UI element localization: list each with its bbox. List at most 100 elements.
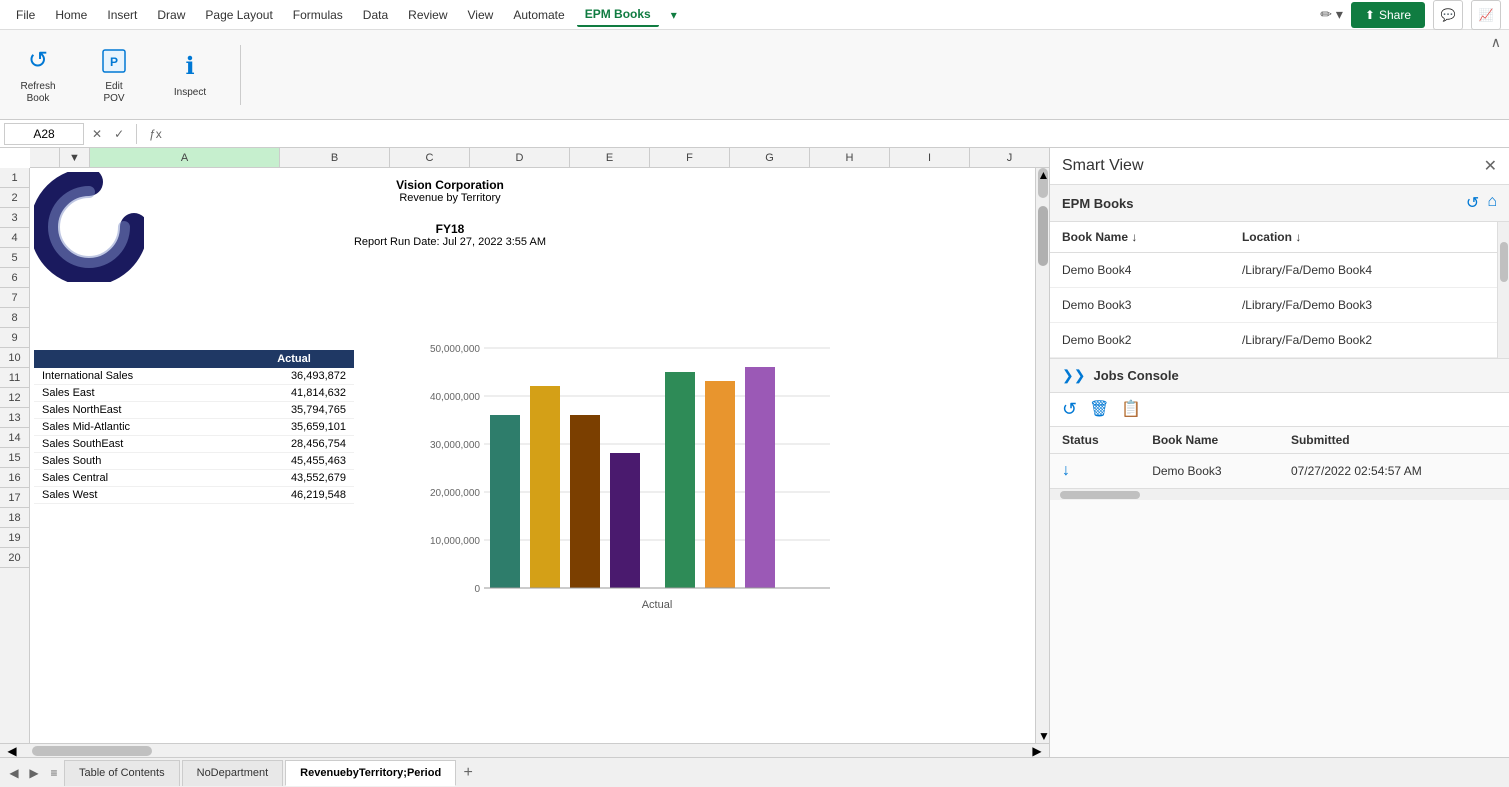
row-num-12[interactable]: 12 xyxy=(0,388,29,408)
col-header-F[interactable]: F xyxy=(650,148,730,167)
row-num-4[interactable]: 4 xyxy=(0,228,29,248)
row-num-19[interactable]: 19 xyxy=(0,528,29,548)
edit-pov-button[interactable]: P EditPOV xyxy=(84,41,144,109)
menu-insert[interactable]: Insert xyxy=(99,4,145,26)
bar-6[interactable] xyxy=(745,367,775,588)
col-header-location[interactable]: Location ↓ xyxy=(1230,222,1509,253)
col-header-I[interactable]: I xyxy=(890,148,970,167)
row-num-7[interactable]: 7 xyxy=(0,288,29,308)
menu-page-layout[interactable]: Page Layout xyxy=(197,4,280,26)
row-num-3[interactable]: 3 xyxy=(0,208,29,228)
row-label-5[interactable]: Sales South xyxy=(34,453,234,470)
row-label-7[interactable]: Sales West xyxy=(34,487,234,504)
tab-nav-prev-button[interactable]: ◀ xyxy=(4,763,24,783)
col-header-D[interactable]: D xyxy=(470,148,570,167)
jobs-col-status[interactable]: Status xyxy=(1050,427,1140,454)
row-value-5[interactable]: 45,455,463 xyxy=(234,453,354,470)
col-header-H[interactable]: H xyxy=(810,148,890,167)
inspect-button[interactable]: ℹ Inspect xyxy=(160,47,220,103)
row-num-14[interactable]: 14 xyxy=(0,428,29,448)
bar-4[interactable] xyxy=(665,372,695,588)
jobs-refresh-button[interactable]: ↺ xyxy=(1062,399,1077,420)
scrollbar-up-arrow[interactable]: ▲ xyxy=(1038,168,1048,198)
jobs-table-row[interactable]: ↓ Demo Book3 07/27/2022 02:54:57 AM xyxy=(1050,454,1509,489)
col-header-row-selector[interactable]: ▼ xyxy=(60,148,90,167)
jobs-console-expand-icon[interactable]: ❯❯ xyxy=(1062,367,1085,384)
sheet-tab-nodepartment[interactable]: NoDepartment xyxy=(182,760,284,786)
menu-formulas[interactable]: Formulas xyxy=(285,4,351,26)
bar-1[interactable] xyxy=(530,386,560,588)
jobs-horizontal-scrollbar[interactable] xyxy=(1050,488,1509,500)
col-header-E[interactable]: E xyxy=(570,148,650,167)
refresh-book-button[interactable]: ↺ RefreshBook xyxy=(8,41,68,109)
formula-bar-check-icon[interactable]: ✓ xyxy=(110,127,128,141)
row-value-6[interactable]: 43,552,679 xyxy=(234,470,354,487)
jobs-scroll-thumb[interactable] xyxy=(1060,491,1140,499)
list-item[interactable]: Demo Book4 /Library/Fa/Demo Book4 xyxy=(1050,253,1509,288)
menu-draw[interactable]: Draw xyxy=(149,4,193,26)
tab-menu-button[interactable]: ≡ xyxy=(44,763,64,783)
list-item[interactable]: Demo Book2 /Library/Fa/Demo Book2 xyxy=(1050,323,1509,358)
tab-nav-next-button[interactable]: ▶ xyxy=(24,763,44,783)
row-label-4[interactable]: Sales SouthEast xyxy=(34,436,234,453)
jobs-col-book-name[interactable]: Book Name xyxy=(1140,427,1279,454)
smart-view-close-button[interactable]: ✕ xyxy=(1484,156,1497,176)
menu-data[interactable]: Data xyxy=(355,4,396,26)
formula-input[interactable] xyxy=(170,123,1505,145)
col-header-J[interactable]: J xyxy=(970,148,1049,167)
jobs-delete-button[interactable]: 🗑 xyxy=(1089,399,1109,420)
row-num-6[interactable]: 6 xyxy=(0,268,29,288)
vertical-scrollbar[interactable]: ▲ ▼ xyxy=(1035,168,1049,743)
jobs-details-button[interactable]: 📋 xyxy=(1121,399,1141,420)
bar-2[interactable] xyxy=(570,415,600,588)
book-name-0[interactable]: Demo Book4 xyxy=(1050,253,1230,288)
job-book-0[interactable]: Demo Book3 xyxy=(1140,454,1279,489)
menu-home[interactable]: Home xyxy=(47,4,95,26)
row-value-0[interactable]: 36,493,872 xyxy=(234,368,354,385)
sv-table-scrollbar[interactable] xyxy=(1497,222,1509,358)
sv-scrollbar-thumb[interactable] xyxy=(1500,242,1508,282)
row-num-17[interactable]: 17 xyxy=(0,488,29,508)
book-name-1[interactable]: Demo Book3 xyxy=(1050,288,1230,323)
jobs-col-submitted[interactable]: Submitted xyxy=(1279,427,1509,454)
row-label-1[interactable]: Sales East xyxy=(34,385,234,402)
menu-epm-books[interactable]: EPM Books xyxy=(577,3,659,27)
scrollbar-thumb-v[interactable] xyxy=(1038,206,1048,266)
row-num-16[interactable]: 16 xyxy=(0,468,29,488)
bar-5[interactable] xyxy=(705,381,735,588)
col-header-book-name[interactable]: Book Name ↓ xyxy=(1050,222,1230,253)
epm-books-refresh-icon[interactable]: ↺ xyxy=(1466,193,1479,213)
bar-3[interactable] xyxy=(610,453,640,588)
list-item[interactable]: Demo Book3 /Library/Fa/Demo Book3 xyxy=(1050,288,1509,323)
toolbar-collapse-button[interactable]: ∧ xyxy=(1491,34,1501,51)
row-label-2[interactable]: Sales NorthEast xyxy=(34,402,234,419)
menu-more-icon[interactable]: ▾ xyxy=(663,4,685,26)
sheet-tab-revenue[interactable]: RevenuebyTerritory;Period xyxy=(285,760,456,786)
row-num-2[interactable]: 2 xyxy=(0,188,29,208)
row-num-1[interactable]: 1 xyxy=(0,168,29,188)
row-num-18[interactable]: 18 xyxy=(0,508,29,528)
row-num-20[interactable]: 20 xyxy=(0,548,29,568)
pencil-icon[interactable]: ✏ ▾ xyxy=(1320,6,1343,23)
row-num-10[interactable]: 10 xyxy=(0,348,29,368)
epm-books-home-icon[interactable]: ⌂ xyxy=(1487,193,1497,213)
sheet-tab-toc[interactable]: Table of Contents xyxy=(64,760,180,786)
horizontal-scrollbar[interactable]: ◀ ▶ xyxy=(0,743,1049,757)
scrollbar-down-arrow[interactable]: ▼ xyxy=(1038,729,1048,743)
menu-file[interactable]: File xyxy=(8,4,43,26)
col-header-C[interactable]: C xyxy=(390,148,470,167)
row-num-9[interactable]: 9 xyxy=(0,328,29,348)
grid-cells[interactable]: Vision Corporation Revenue by Territory … xyxy=(30,168,1049,743)
formula-bar-x-icon[interactable]: ✕ xyxy=(88,127,106,141)
scrollbar-thumb-h[interactable] xyxy=(32,746,152,756)
row-value-2[interactable]: 35,794,765 xyxy=(234,402,354,419)
row-value-1[interactable]: 41,814,632 xyxy=(234,385,354,402)
row-label-0[interactable]: International Sales xyxy=(34,368,234,385)
chart-icon[interactable]: 📈 xyxy=(1471,0,1501,30)
cell-reference-input[interactable] xyxy=(4,123,84,145)
row-num-13[interactable]: 13 xyxy=(0,408,29,428)
jobs-console-header[interactable]: ❯❯ Jobs Console xyxy=(1050,359,1509,393)
row-value-7[interactable]: 46,219,548 xyxy=(234,487,354,504)
row-value-3[interactable]: 35,659,101 xyxy=(234,419,354,436)
add-sheet-button[interactable]: + xyxy=(458,763,478,783)
